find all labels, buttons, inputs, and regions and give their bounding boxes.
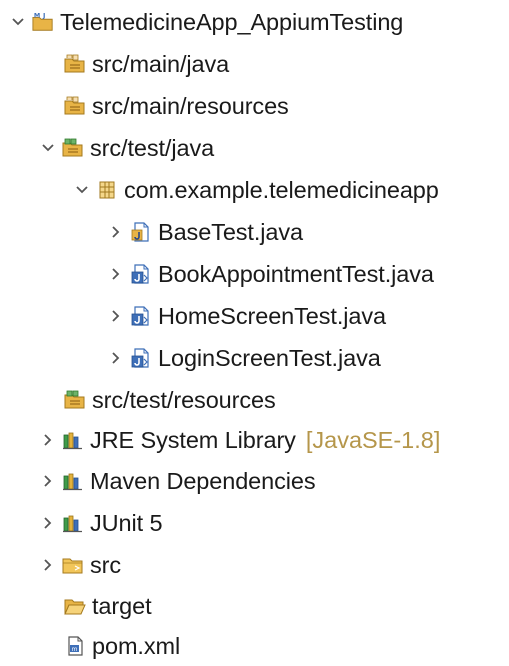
test-source-folder-icon	[62, 137, 84, 159]
tree-item-label: com.example.telemedicineapp	[124, 176, 439, 203]
tree-item-label: pom.xml	[92, 632, 181, 659]
java-file-icon	[130, 221, 152, 243]
chevron-right-icon[interactable]	[108, 350, 124, 366]
tree-item-label: src/main/resources	[92, 92, 289, 119]
tree-item-label: src/test/resources	[92, 386, 276, 413]
tree-item-pom[interactable]: pom.xml	[64, 626, 180, 666]
chevron-right-icon[interactable]	[40, 473, 56, 489]
tree-item-label: LoginScreenTest.java	[158, 344, 381, 371]
test-source-folder-icon	[64, 389, 86, 411]
tree-item-src-test-java[interactable]: src/test/java	[40, 128, 214, 168]
project-name: TelemedicineApp_AppiumTesting	[60, 8, 404, 35]
tree-item-homescreentest[interactable]: HomeScreenTest.java	[108, 296, 386, 336]
tree-item-label: src/test/java	[90, 134, 215, 161]
package-icon	[96, 179, 118, 201]
chevron-right-icon[interactable]	[40, 557, 56, 573]
tree-item-label: JUnit 5	[90, 509, 163, 536]
source-folder-icon	[64, 53, 86, 75]
chevron-down-icon[interactable]	[40, 140, 56, 156]
chevron-right-icon[interactable]	[108, 266, 124, 282]
source-folder-icon	[64, 95, 86, 117]
tree-item-jre-library[interactable]: JRE System Library [JavaSE-1.8]	[40, 420, 440, 460]
chevron-down-icon[interactable]	[74, 182, 90, 198]
junit-test-file-icon	[130, 305, 152, 327]
tree-item-label: JRE System Library	[90, 426, 296, 453]
project-explorer-tree: M J TelemedicineApp_AppiumTesting src/ma…	[0, 0, 509, 664]
tree-item-label: src	[90, 551, 122, 578]
tree-item-basetest[interactable]: BaseTest.java	[108, 212, 303, 252]
tree-item-junit5[interactable]: JUnit 5	[40, 503, 163, 543]
tree-item-label: src/main/java	[92, 50, 230, 77]
tree-item-loginscreentest[interactable]: LoginScreenTest.java	[108, 338, 381, 378]
tree-item-src-test-resources[interactable]: src/test/resources	[64, 380, 276, 420]
chevron-right-icon[interactable]	[40, 432, 56, 448]
tree-item-src-main-resources[interactable]: src/main/resources	[64, 86, 289, 126]
tree-item-target[interactable]: target	[64, 586, 152, 626]
tree-item-label: BaseTest.java	[158, 218, 304, 245]
tree-item-src-main-java[interactable]: src/main/java	[64, 44, 229, 84]
junit-test-file-icon	[130, 263, 152, 285]
folder-icon	[62, 554, 84, 576]
svg-text:M: M	[34, 11, 40, 19]
tree-item-package[interactable]: com.example.telemedicineapp	[74, 170, 439, 210]
tree-item-src[interactable]: src	[40, 545, 121, 585]
jre-version-decoration: [JavaSE-1.8]	[305, 426, 441, 453]
tree-item-project[interactable]: M J TelemedicineApp_AppiumTesting	[10, 2, 403, 42]
library-icon	[62, 512, 84, 534]
chevron-right-icon[interactable]	[108, 224, 124, 240]
svg-text:J: J	[42, 11, 45, 19]
tree-item-bookappointmenttest[interactable]: BookAppointmentTest.java	[108, 254, 434, 294]
chevron-right-icon[interactable]	[108, 308, 124, 324]
tree-item-label: HomeScreenTest.java	[158, 302, 386, 329]
tree-item-label: BookAppointmentTest.java	[158, 260, 434, 287]
xml-file-icon	[64, 635, 86, 657]
chevron-right-icon[interactable]	[40, 515, 56, 531]
library-icon	[62, 470, 84, 492]
open-folder-icon	[64, 595, 86, 617]
tree-item-label: target	[92, 592, 152, 619]
tree-item-label: Maven Dependencies	[90, 467, 316, 494]
tree-item-maven-dependencies[interactable]: Maven Dependencies	[40, 461, 316, 501]
junit-test-file-icon	[130, 347, 152, 369]
library-icon	[62, 429, 84, 451]
maven-project-icon: M J	[32, 11, 54, 33]
chevron-down-icon[interactable]	[10, 14, 26, 30]
